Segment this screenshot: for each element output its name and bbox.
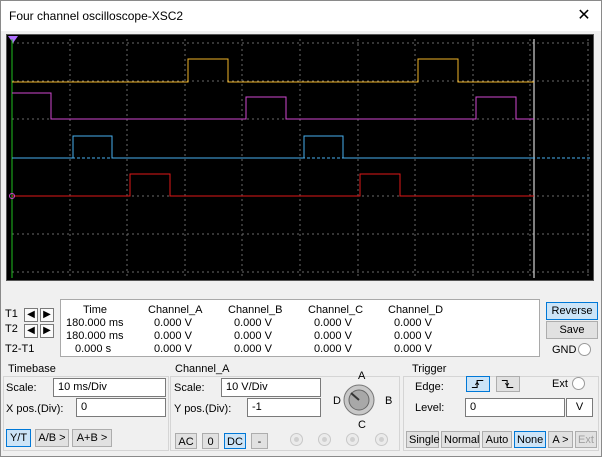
readout-r1-b: 0.000 V [234,317,272,329]
t2-t1-label: T2-T1 [5,343,35,355]
trigger-single-button[interactable]: Single [406,431,440,448]
timebase-xpos-field[interactable]: 0 [76,398,166,417]
coupling-ac-button[interactable]: AC [175,433,197,449]
readout-r3-a: 0.000 V [154,343,192,355]
coupling-dc-button[interactable]: DC [224,433,246,449]
t1-left-arrow-icon[interactable]: ◀ [24,308,38,322]
knob-label-d: D [333,395,341,407]
knob-label-a: A [358,370,366,382]
readout-r3-time: 0.000 s [75,343,112,355]
terminal-1[interactable] [290,433,303,446]
readout-r1-time: 180.000 ms [66,317,124,329]
reverse-button[interactable]: Reverse [546,302,598,320]
t1-label: T1 [5,308,18,320]
terminal-2[interactable] [318,433,331,446]
channel-ypos-field[interactable]: -1 [247,398,321,417]
oscilloscope-window: Four channel oscilloscope-XSC2 ✕ T1 ◀ ▶ … [0,0,602,457]
channel-title: Channel_A [175,363,230,375]
trace-channel-b [12,92,534,120]
knob-label-c: C [358,419,366,431]
channel-selector-knob-icon[interactable] [342,383,376,417]
gnd-label: GND [552,344,577,356]
readout-r2-time: 180.000 ms [66,330,124,342]
timebase-xpos-label: X pos.(Div): [6,403,64,415]
readout-r1-a: 0.000 V [154,317,192,329]
timebase-title: Timebase [8,363,56,375]
timebase-scale-field[interactable]: 10 ms/Div [53,378,166,397]
readout-r3-b: 0.000 V [234,343,272,355]
trigger-marker-icon[interactable] [8,36,18,43]
trigger-title: Trigger [412,363,447,375]
mode-ab-button[interactable]: A/B > [35,429,69,447]
readout-header-channel-b: Channel_B [228,304,283,316]
save-button[interactable]: Save [546,321,598,339]
terminal-3[interactable] [346,433,359,446]
t2-label: T2 [5,323,18,335]
t2-left-arrow-icon[interactable]: ◀ [24,324,38,338]
trace-channel-a [12,58,534,83]
trace-channel-c [12,135,534,159]
trigger-none-button[interactable]: None [514,431,546,448]
t2-right-arrow-icon[interactable]: ▶ [40,324,54,338]
channel-ypos-label: Y pos.(Div): [174,403,232,415]
readout-header-channel-c: Channel_C [308,304,364,316]
title-bar: Four channel oscilloscope-XSC2 ✕ [1,1,601,31]
gnd-terminal[interactable] [578,343,591,356]
trigger-auto-button[interactable]: Auto [482,431,512,448]
close-icon[interactable]: ✕ [573,5,595,27]
readout-r2-d: 0.000 V [394,330,432,342]
scope-grid [8,36,591,278]
measurement-readout: Time Channel_A Channel_B Channel_C Chann… [60,299,540,357]
trigger-level-field[interactable]: 0 [465,398,565,417]
trigger-ext-button[interactable]: Ext [575,431,597,448]
trigger-level-label: Level: [415,402,445,414]
rising-edge-icon[interactable] [466,376,490,392]
window-title: Four channel oscilloscope-XSC2 [9,9,184,23]
timebase-scale-label: Scale: [6,382,37,394]
trigger-level-unit[interactable]: V [566,398,593,417]
readout-header-time: Time [83,304,108,316]
mode-yt-button[interactable]: Y/T [6,429,31,447]
channel-scale-field[interactable]: 10 V/Div [221,378,321,397]
readout-r3-c: 0.000 V [314,343,352,355]
t1-right-arrow-icon[interactable]: ▶ [40,308,54,322]
knob-label-b: B [385,395,393,407]
trigger-normal-button[interactable]: Normal [441,431,480,448]
trace-channel-d [12,173,534,197]
readout-r3-d: 0.000 V [394,343,432,355]
coupling-minus-button[interactable]: - [251,433,268,449]
readout-header-channel-a: Channel_A [148,304,203,316]
trigger-source-a-button[interactable]: A > [548,431,573,448]
scope-screen[interactable] [6,34,594,281]
terminal-4[interactable] [375,433,388,446]
trigger-ext-label: Ext [552,378,568,390]
trigger-ext-terminal[interactable] [572,377,585,390]
mode-a-plus-b-button[interactable]: A+B > [72,429,112,447]
readout-r1-d: 0.000 V [394,317,432,329]
readout-r2-a: 0.000 V [154,330,192,342]
coupling-zero-button[interactable]: 0 [202,433,219,449]
falling-edge-icon[interactable] [496,376,520,392]
readout-r2-c: 0.000 V [314,330,352,342]
channel-scale-label: Scale: [174,382,205,394]
readout-r1-c: 0.000 V [314,317,352,329]
readout-r2-b: 0.000 V [234,330,272,342]
trigger-edge-label: Edge: [415,381,444,393]
readout-header-channel-d: Channel_D [388,304,444,316]
cursor-controls: T1 ◀ ▶ T2 ◀ ▶ T2-T1 [4,304,59,358]
